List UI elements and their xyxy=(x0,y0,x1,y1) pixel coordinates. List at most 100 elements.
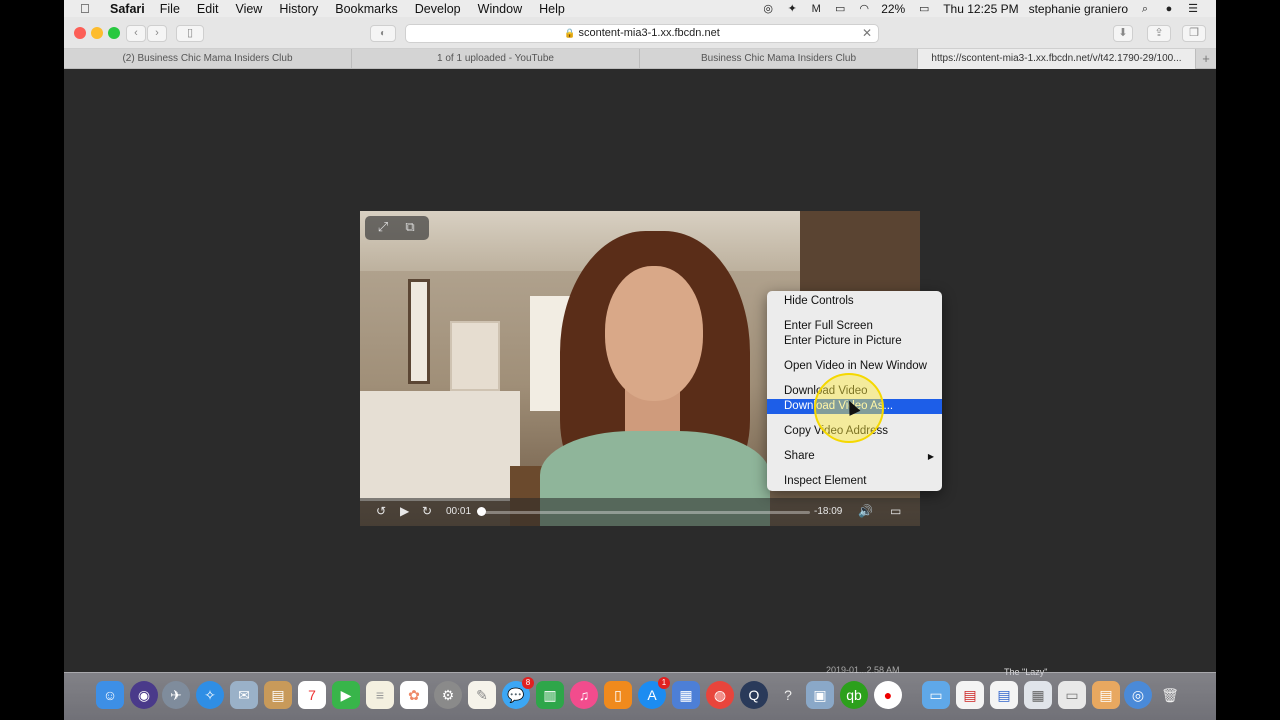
menu-clock[interactable]: Thu 12:25 PM xyxy=(943,2,1018,16)
mail-app-icon[interactable]: ✉ xyxy=(230,681,258,709)
downloads-stack-icon[interactable]: ▤ xyxy=(1092,681,1120,709)
screenshot-file-icon[interactable]: ▦ xyxy=(1024,681,1052,709)
zoom-window-button[interactable] xyxy=(108,27,120,39)
dropbox-icon[interactable]: ✦ xyxy=(785,3,799,15)
video-controls-bar: ↺ ▶ ↻ 00:01 -18:09 🔊 ▭ xyxy=(360,498,920,526)
menu-bar:  Safari File Edit View History Bookmark… xyxy=(64,0,1216,17)
contacts-icon[interactable]: ▤ xyxy=(264,681,292,709)
spotlight-search-icon[interactable]: ⌕ xyxy=(1138,3,1152,15)
tab-youtube-upload[interactable]: 1 of 1 uploaded - YouTube xyxy=(352,49,640,69)
sidebar-toggle-icon[interactable]: ▯ xyxy=(176,25,204,42)
image-file-icon[interactable]: ▭ xyxy=(1058,681,1086,709)
dock: ☺ ◉ ✈ ✧ ✉ ▤ 7 ▶ ≡ ✿ ⚙ ✎ 💬 8 ▥ ♫ ▯ A1 ▦ ◍ … xyxy=(64,672,1216,720)
tab-bar: (2) Business Chic Mama Insiders Club 1 o… xyxy=(64,49,1216,69)
malwarebytes-icon[interactable]: M xyxy=(809,3,823,15)
pdf-file-icon[interactable]: ▤ xyxy=(956,681,984,709)
menu-open-video-new-window[interactable]: Open Video in New Window xyxy=(767,359,942,374)
screen-recorder-icon[interactable]: ● xyxy=(874,681,902,709)
video-shelf xyxy=(450,321,500,391)
menu-view[interactable]: View xyxy=(235,2,262,16)
textedit-icon[interactable]: ✎ xyxy=(468,681,496,709)
menu-inspect-element[interactable]: Inspect Element xyxy=(767,474,942,489)
menu-history[interactable]: History xyxy=(279,2,318,16)
address-bar[interactable]: 🔒 scontent-mia3-1.xx.fbcdn.net ✕ xyxy=(405,24,879,43)
tab-business-chic[interactable]: Business Chic Mama Insiders Club xyxy=(640,49,918,69)
wifi-icon[interactable]: ◠ xyxy=(857,3,871,15)
notes-icon[interactable]: ≡ xyxy=(366,681,394,709)
play-button[interactable]: ▶ xyxy=(400,504,409,518)
menu-enter-full-screen[interactable]: Enter Full Screen xyxy=(767,319,942,334)
stop-loading-icon[interactable]: ✕ xyxy=(862,25,872,42)
tab-business-chic-notifications[interactable]: (2) Business Chic Mama Insiders Club xyxy=(64,49,352,69)
downloads-icon[interactable]: ⬇ xyxy=(1113,25,1133,42)
menu-develop[interactable]: Develop xyxy=(415,2,461,16)
menu-file[interactable]: File xyxy=(160,2,180,16)
submenu-arrow-icon: ▶ xyxy=(927,452,934,461)
photos-icon[interactable]: ✿ xyxy=(400,681,428,709)
facetime-icon[interactable]: ▶ xyxy=(332,681,360,709)
battery-percent: 22% xyxy=(881,1,906,16)
video-scrubber[interactable] xyxy=(480,511,810,514)
applications-folder-icon[interactable]: ▭ xyxy=(922,681,950,709)
share-icon[interactable]: ⇪ xyxy=(1147,25,1171,42)
chrome-icon[interactable]: ◍ xyxy=(706,681,734,709)
screen-record-icon[interactable]: ◎ xyxy=(761,3,775,15)
show-tabs-icon[interactable]: ❐ xyxy=(1182,25,1206,42)
menu-hide-controls[interactable]: Hide Controls xyxy=(767,294,942,309)
elapsed-time: 00:01 xyxy=(446,506,472,517)
finder-icon[interactable]: ☺ xyxy=(96,681,124,709)
menu-enter-picture-in-picture[interactable]: Enter Picture in Picture xyxy=(767,334,942,349)
preview-icon[interactable]: ▣ xyxy=(806,681,834,709)
skip-back-icon[interactable]: ↺ xyxy=(376,504,386,518)
menu-edit[interactable]: Edit xyxy=(197,2,219,16)
apple-menu-icon[interactable]:  xyxy=(80,1,94,16)
close-window-button[interactable] xyxy=(74,27,86,39)
menu-help[interactable]: Help xyxy=(539,2,565,16)
video-top-controls: ⤢ ⧉ xyxy=(365,216,429,240)
siri-dock-icon[interactable]: ◉ xyxy=(130,681,158,709)
menu-share[interactable]: Share ▶ xyxy=(767,449,942,464)
quickbooks-icon[interactable]: qb xyxy=(840,681,868,709)
app-store-badge: 1 xyxy=(658,677,670,689)
scrubber-knob[interactable] xyxy=(476,507,486,516)
forward-button[interactable]: › xyxy=(147,25,167,42)
document-file-icon[interactable]: ▤ xyxy=(990,681,1018,709)
privacy-shield-icon[interactable]: ◐ xyxy=(370,25,396,42)
picture-in-picture-icon[interactable]: ⧉ xyxy=(402,219,418,235)
menu-bookmarks[interactable]: Bookmarks xyxy=(335,2,398,16)
ibooks-icon[interactable]: ▯ xyxy=(604,681,632,709)
back-button[interactable]: ‹ xyxy=(126,25,146,42)
menu-window[interactable]: Window xyxy=(478,2,522,16)
new-tab-button[interactable]: + xyxy=(1196,49,1216,69)
volume-icon[interactable]: 🔊 xyxy=(858,504,873,518)
numbers-icon[interactable]: ▥ xyxy=(536,681,564,709)
system-preferences-icon[interactable]: ⚙ xyxy=(434,681,462,709)
video-fireplace xyxy=(360,391,520,501)
recent-item-icon[interactable]: ◎ xyxy=(1124,681,1152,709)
skip-forward-icon[interactable]: ↻ xyxy=(422,504,432,518)
menu-app-name[interactable]: Safari xyxy=(110,2,145,16)
menu-share-label: Share xyxy=(784,450,815,462)
minimize-window-button[interactable] xyxy=(91,27,103,39)
video-person-face xyxy=(605,266,703,401)
itunes-icon[interactable]: ♫ xyxy=(570,681,598,709)
quicktime-icon[interactable]: Q xyxy=(740,681,768,709)
browser-toolbar: ‹ › ▯ ◐ 🔒 scontent-mia3-1.xx.fbcdn.net ✕… xyxy=(64,17,1216,49)
trash-icon[interactable]: 🗑 xyxy=(1156,681,1184,709)
airplay-icon[interactable]: ▭ xyxy=(833,3,847,15)
launchpad-icon[interactable]: ✈ xyxy=(162,681,190,709)
lock-icon: 🔒 xyxy=(564,28,576,38)
airplay-video-icon[interactable]: ▭ xyxy=(890,504,901,518)
fullscreen-icon[interactable]: ⤢ xyxy=(375,219,391,235)
notification-center-icon[interactable]: ☰ xyxy=(1186,3,1200,15)
menu-user[interactable]: stephanie graniero xyxy=(1029,2,1128,16)
siri-icon[interactable]: ● xyxy=(1162,3,1176,15)
calendar-icon[interactable]: 7 xyxy=(298,681,326,709)
help-icon[interactable]: ? xyxy=(774,681,802,709)
safari-icon[interactable]: ✧ xyxy=(196,681,224,709)
app-store-icon[interactable]: A1 xyxy=(638,677,670,709)
battery-icon[interactable]: ▭ xyxy=(915,3,933,15)
keynote-icon[interactable]: ▦ xyxy=(672,681,700,709)
tab-video-url[interactable]: https://scontent-mia3-1.xx.fbcdn.net/v/t… xyxy=(918,49,1196,69)
messages-icon[interactable]: 💬 8 xyxy=(502,677,534,709)
